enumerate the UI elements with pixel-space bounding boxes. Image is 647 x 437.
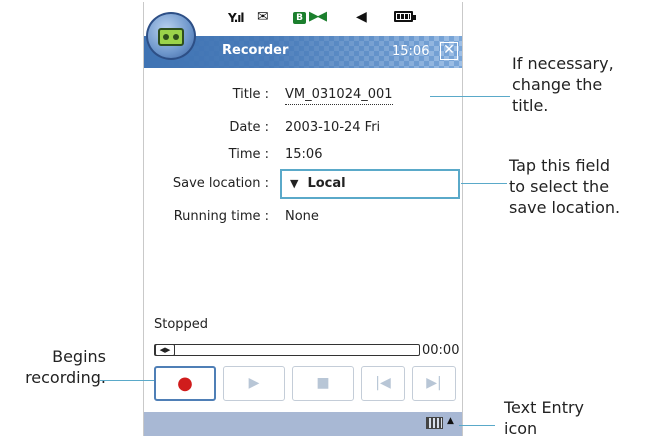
bottom-bar: ▲ <box>144 412 462 436</box>
dropdown-arrow-icon: ▼ <box>290 177 299 190</box>
time-value: 15:06 <box>285 147 323 162</box>
device-screen: Y.ıl ✉ B ▶◀ ◀ Recorder 15:06 ✕ Title : V… <box>143 2 463 436</box>
record-button[interactable]: ● <box>154 366 216 401</box>
record-callout: Begins recording. <box>6 346 106 388</box>
app-title: Recorder <box>222 43 289 58</box>
save-location-dropdown[interactable]: ▼ Local <box>280 169 460 199</box>
title-label: Title : <box>232 87 269 102</box>
running-time-value: None <box>285 209 319 224</box>
save-location-label: Save location : <box>172 176 269 191</box>
callout-text: Text Entry <box>504 398 585 417</box>
callout-text: Tap this field <box>509 156 610 175</box>
signal-icon: Y.ıl <box>228 11 244 25</box>
battery-icon <box>394 11 416 22</box>
callout-text: to select the <box>509 177 610 196</box>
time-label: Time : <box>228 147 269 162</box>
save-callout: Tap this field to select the save locati… <box>509 155 620 218</box>
text-entry-callout: Text Entry icon <box>504 397 584 437</box>
volume-icon[interactable]: ◀ <box>356 9 367 25</box>
callout-text: Begins <box>52 347 106 366</box>
mail-icon[interactable]: ✉ <box>257 9 269 25</box>
next-button[interactable]: ▶| <box>412 366 456 401</box>
callout-text: If necessary, <box>512 54 614 73</box>
callout-text: save location. <box>509 198 621 217</box>
clock: 15:06 <box>392 44 430 59</box>
callout-text: change the <box>512 75 603 94</box>
play-button[interactable]: ▶ <box>223 366 285 401</box>
previous-button[interactable]: |◀ <box>361 366 405 401</box>
save-location-value: Local <box>307 176 346 191</box>
callout-text: title. <box>512 96 549 115</box>
keyboard-icon[interactable] <box>426 417 443 429</box>
slider-thumb[interactable]: ◀▶ <box>155 344 175 356</box>
running-time-label: Running time : <box>173 209 269 224</box>
title-field[interactable]: VM_031024_001 <box>285 87 393 105</box>
progress-slider[interactable]: ◀▶ <box>154 344 420 356</box>
player-status: Stopped <box>154 317 209 332</box>
stop-button[interactable]: ■ <box>292 366 354 401</box>
title-callout-line <box>430 96 510 97</box>
date-label: Date : <box>229 120 269 135</box>
date-value: 2003-10-24 Fri <box>285 120 381 135</box>
recorder-app-icon <box>146 12 196 60</box>
save-callout-line <box>461 183 507 184</box>
cassette-icon <box>158 28 184 46</box>
text-entry-arrow-icon[interactable]: ▲ <box>447 416 454 426</box>
record-callout-line <box>100 380 154 381</box>
b-badge-icon: B <box>293 12 306 24</box>
callout-text: recording. <box>25 368 106 387</box>
text-entry-callout-line <box>459 425 495 426</box>
elapsed-time: 00:00 <box>422 343 460 358</box>
close-button[interactable]: ✕ <box>440 42 458 60</box>
bluetooth-icon: ▶◀ <box>309 9 327 24</box>
title-callout: If necessary, change the title. <box>512 53 614 116</box>
callout-text: icon <box>504 419 538 437</box>
